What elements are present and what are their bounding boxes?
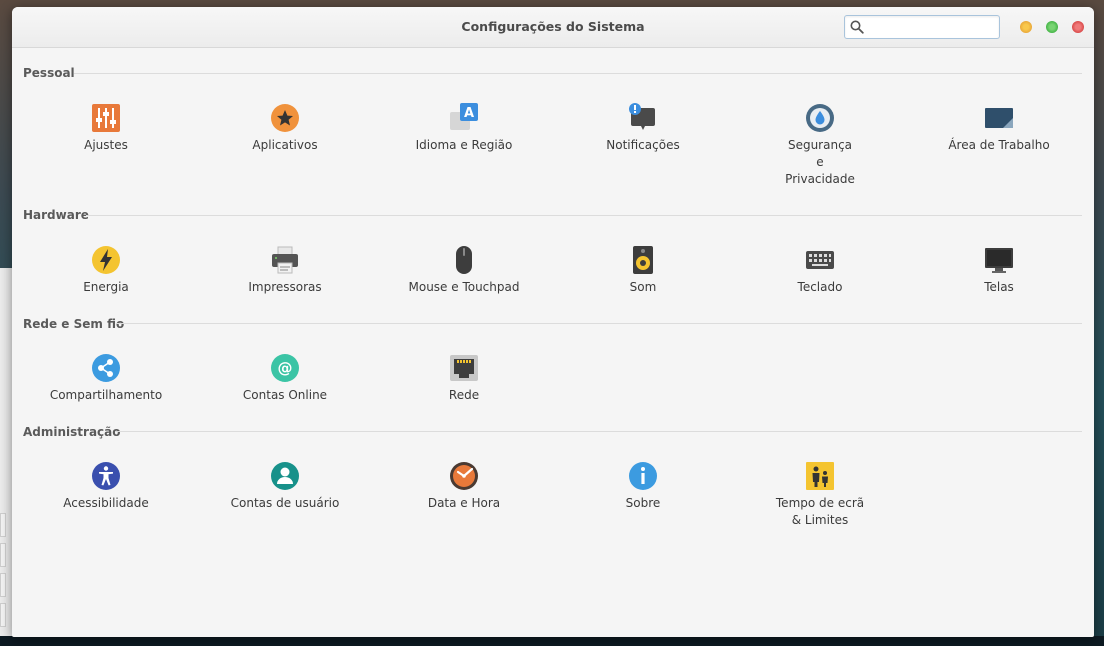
online-accounts-icon: @ [269, 352, 301, 384]
item-label: Energia [83, 280, 129, 294]
item-som[interactable]: Som [568, 244, 718, 296]
item-label: Sobre [625, 496, 661, 510]
svg-text:@: @ [278, 359, 293, 377]
display-icon [983, 244, 1015, 276]
share-icon [90, 352, 122, 384]
close-button[interactable] [1072, 21, 1084, 33]
search-input[interactable] [869, 18, 993, 36]
section-header-hardware: Hardware [23, 208, 89, 222]
background-window-tab [0, 543, 6, 567]
section-divider [116, 323, 1082, 324]
printer-icon [269, 244, 301, 276]
item-label: Teclado [797, 280, 843, 294]
item-impressoras[interactable]: Impressoras [210, 244, 360, 296]
clock-icon [448, 460, 480, 492]
network-icon [448, 352, 480, 384]
item-telas[interactable]: Telas [924, 244, 1074, 296]
item-label: Data e Hora [427, 496, 501, 510]
section-header-administracao: Administração [23, 425, 121, 439]
search-icon [850, 20, 864, 34]
item-area-de-trabalho[interactable]: Área de Trabalho [924, 102, 1074, 154]
notification-icon [627, 102, 659, 134]
item-acessibilidade[interactable]: Acessibilidade [31, 460, 181, 512]
mouse-icon [448, 244, 480, 276]
item-mouse-touchpad[interactable]: Mouse e Touchpad [389, 244, 539, 296]
item-label: Acessibilidade [63, 496, 149, 510]
background-window-tab [0, 513, 6, 537]
sliders-icon [90, 102, 122, 134]
item-sobre[interactable]: Sobre [568, 460, 718, 512]
item-label: Tempo de ecrã & Limites [775, 496, 865, 527]
desktop-icon [983, 102, 1015, 134]
maximize-button[interactable] [1046, 21, 1058, 33]
item-label: Mouse e Touchpad [408, 280, 520, 294]
item-label: Rede [448, 388, 480, 402]
section-divider [74, 73, 1082, 74]
title-bar[interactable]: Configurações do Sistema [12, 7, 1094, 48]
accessibility-icon [90, 460, 122, 492]
svg-text:A: A [464, 106, 474, 121]
item-ajustes[interactable]: Ajustes [31, 102, 181, 154]
privacy-icon [804, 102, 836, 134]
item-notificacoes[interactable]: Notificações [568, 102, 718, 154]
item-contas-online[interactable]: @ Contas Online [210, 352, 360, 404]
item-label: Aplicativos [252, 138, 318, 152]
power-icon [90, 244, 122, 276]
item-label: Notificações [606, 138, 680, 152]
item-label: Ajustes [84, 138, 128, 152]
item-aplicativos[interactable]: Aplicativos [210, 102, 360, 154]
info-icon [627, 460, 659, 492]
screen-time-icon [804, 460, 836, 492]
item-tempo-de-ecra[interactable]: Tempo de ecrã & Limites [745, 460, 895, 529]
item-label: Área de Trabalho [948, 138, 1050, 152]
section-divider [115, 431, 1082, 432]
item-label: Contas Online [242, 388, 328, 402]
section-divider [86, 215, 1082, 216]
section-header-rede-sem-fio: Rede e Sem fio [23, 317, 125, 331]
keyboard-icon [804, 244, 836, 276]
settings-content: Pessoal Ajustes Aplicativos A Idioma e R… [12, 48, 1094, 637]
item-energia[interactable]: Energia [31, 244, 181, 296]
item-label: Segurança e Privacidade [785, 138, 855, 186]
item-contas-usuario[interactable]: Contas de usuário [210, 460, 360, 512]
star-icon [269, 102, 301, 134]
item-label: Contas de usuário [230, 496, 340, 510]
settings-window: Configurações do Sistema Pessoal Ajustes [12, 7, 1094, 637]
item-label: Som [629, 280, 657, 294]
search-field[interactable] [844, 15, 1000, 39]
minimize-button[interactable] [1020, 21, 1032, 33]
item-seguranca-privacidade[interactable]: Segurança e Privacidade [745, 102, 895, 188]
item-data-hora[interactable]: Data e Hora [389, 460, 539, 512]
background-window-tab [0, 603, 6, 627]
item-label: Compartilhamento [49, 388, 163, 402]
item-label: Impressoras [248, 280, 322, 294]
item-idioma-regiao[interactable]: A Idioma e Região [389, 102, 539, 154]
user-accounts-icon [269, 460, 301, 492]
item-rede[interactable]: Rede [389, 352, 539, 404]
item-label: Telas [984, 280, 1014, 294]
section-header-pessoal: Pessoal [23, 66, 75, 80]
item-compartilhamento[interactable]: Compartilhamento [31, 352, 181, 404]
background-window-tab [0, 573, 6, 597]
item-label: Idioma e Região [415, 138, 513, 152]
desktop-dock-area [0, 636, 1104, 646]
item-teclado[interactable]: Teclado [745, 244, 895, 296]
speaker-icon [627, 244, 659, 276]
language-icon: A [448, 102, 480, 134]
